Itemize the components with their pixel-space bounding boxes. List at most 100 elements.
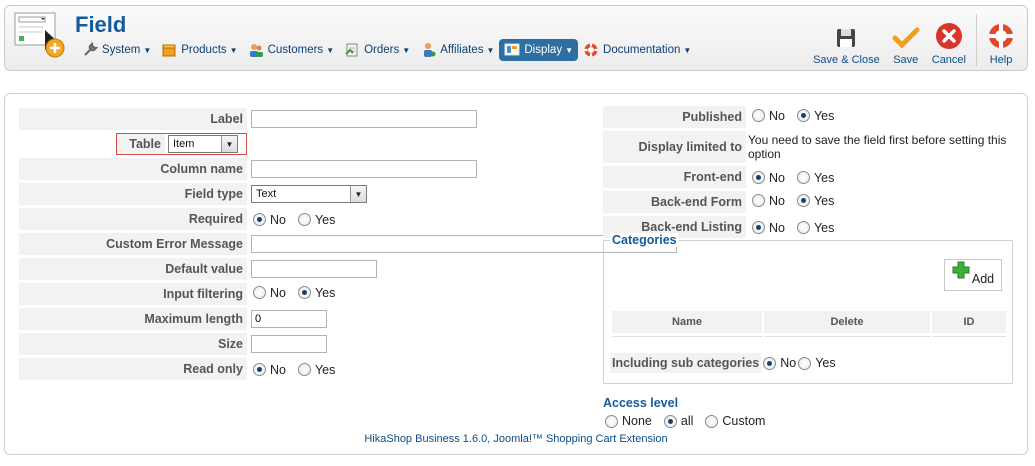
- access-none-radio[interactable]: [605, 414, 618, 428]
- lifebuoy-icon: [584, 43, 598, 57]
- cancel-icon: [935, 23, 962, 49]
- label-required: Required: [19, 208, 247, 230]
- row-default-value: Default value: [19, 258, 677, 280]
- save-button[interactable]: Save: [886, 14, 926, 66]
- published-yes-radio[interactable]: [796, 109, 810, 123]
- menu-products[interactable]: Products ▼: [156, 39, 242, 61]
- label-max-length: Maximum length: [19, 308, 247, 330]
- front-end-no-radio[interactable]: [752, 171, 765, 185]
- menu-system[interactable]: System ▼: [77, 39, 156, 61]
- max-length-input[interactable]: [251, 310, 327, 328]
- input-filtering-no-radio[interactable]: [253, 286, 266, 300]
- menu-affiliates-label: Affiliates: [440, 44, 484, 56]
- published-no-label: No: [769, 108, 785, 123]
- label-default-value: Default value: [19, 258, 247, 280]
- cancel-button[interactable]: Cancel: [926, 14, 972, 66]
- menu-system-label: System: [102, 44, 141, 56]
- column-name-input[interactable]: [251, 160, 477, 178]
- header-bar: Field System ▼ Products ▼ Customers ▼ Order…: [4, 5, 1028, 71]
- row-field-type: Field type Text ▼: [19, 183, 677, 205]
- row-front-end: Front-end No Yes: [603, 166, 1015, 188]
- access-level-section: Access level None all Custom: [603, 396, 775, 431]
- chevron-down-icon: ▼: [221, 136, 237, 152]
- floppy-disk-icon: [837, 29, 856, 47]
- read-only-yes-radio[interactable]: [297, 363, 311, 377]
- sub-categories-no-label: No: [780, 356, 797, 370]
- access-custom-radio[interactable]: [705, 414, 719, 428]
- table-select[interactable]: Item ▼: [168, 135, 238, 153]
- row-input-filtering: Input filtering No Yes: [19, 283, 677, 305]
- backend-listing-no-radio[interactable]: [752, 221, 765, 235]
- field-form-panel: Label Table Item ▼ Column name Field type…: [4, 93, 1028, 455]
- read-only-yes-label: Yes: [314, 362, 336, 377]
- help-button[interactable]: Help: [981, 14, 1021, 66]
- required-yes-label: Yes: [314, 212, 336, 227]
- menu-documentation[interactable]: Documentation ▼: [578, 39, 696, 61]
- required-no-radio[interactable]: [253, 213, 266, 227]
- add-category-button[interactable]: Add: [944, 259, 1002, 291]
- categories-table: Name Delete ID: [610, 311, 1008, 337]
- chevron-down-icon: ▼: [486, 45, 495, 55]
- checkmark-icon: [892, 27, 920, 49]
- save-label: Save: [893, 54, 919, 66]
- add-plus-icon: [952, 261, 970, 279]
- menu-documentation-label: Documentation: [603, 44, 681, 56]
- chevron-down-icon: ▼: [350, 186, 366, 202]
- size-input[interactable]: [251, 335, 327, 353]
- orders-icon: [345, 43, 358, 57]
- menu-affiliates[interactable]: Affiliates ▼: [415, 39, 499, 61]
- sub-categories-no-radio[interactable]: [763, 356, 777, 370]
- read-only-no-radio[interactable]: [253, 363, 266, 377]
- label-sub-categories: Including sub categories: [610, 353, 762, 373]
- main-menu: System ▼ Products ▼ Customers ▼ Orders ▼ Aff…: [77, 39, 696, 61]
- label-input[interactable]: [251, 110, 477, 128]
- chevron-down-icon: ▼: [402, 45, 411, 55]
- backend-form-radio-group: No Yes: [750, 194, 844, 208]
- chevron-down-icon: ▼: [143, 45, 152, 55]
- page-title: Field: [75, 12, 127, 37]
- footer-credit[interactable]: HikaShop Business 1.6.0, Joomla!™ Shoppi…: [5, 433, 1027, 445]
- read-only-radio-group: No Yes: [251, 363, 345, 377]
- input-filtering-yes-radio[interactable]: [297, 286, 311, 300]
- row-display-limited: Display limited to You need to save the …: [603, 131, 1015, 163]
- save-close-button[interactable]: Save & Close: [807, 14, 886, 66]
- row-published: Published No Yes: [603, 106, 1015, 128]
- col-delete: Delete: [764, 311, 930, 333]
- menu-customers[interactable]: Customers ▼: [243, 39, 340, 61]
- table-select-value: Item: [173, 138, 195, 150]
- default-value-input[interactable]: [251, 260, 377, 278]
- label-custom-error: Custom Error Message: [19, 233, 247, 255]
- access-all-radio[interactable]: [663, 414, 677, 428]
- required-yes-radio[interactable]: [297, 213, 311, 227]
- backend-listing-yes-radio[interactable]: [796, 221, 810, 235]
- field-app-icon: [13, 10, 67, 64]
- front-end-yes-radio[interactable]: [796, 171, 810, 185]
- input-filtering-yes-label: Yes: [314, 285, 336, 300]
- menu-display-label: Display: [524, 44, 563, 56]
- field-type-select[interactable]: Text ▼: [251, 185, 367, 203]
- label-published: Published: [603, 106, 746, 128]
- label-field-type: Field type: [19, 183, 247, 205]
- users-icon: [249, 44, 263, 57]
- input-filtering-radio-group: No Yes: [251, 286, 345, 300]
- wrench-icon: [84, 42, 98, 56]
- menu-orders[interactable]: Orders ▼: [339, 39, 415, 61]
- backend-form-no-label: No: [769, 193, 785, 208]
- required-no-label: No: [270, 212, 286, 227]
- backend-form-no-radio[interactable]: [752, 194, 765, 208]
- categories-legend: Categories: [610, 233, 679, 247]
- menu-display[interactable]: Display ▼: [499, 39, 579, 61]
- display-icon: [504, 43, 520, 56]
- published-no-radio[interactable]: [752, 109, 765, 123]
- right-form-table: Published No Yes Display limited to You …: [603, 103, 1015, 241]
- toolbar-divider: [976, 14, 977, 66]
- backend-form-yes-radio[interactable]: [796, 194, 810, 208]
- label-table: Table: [117, 134, 165, 154]
- help-label: Help: [989, 54, 1013, 66]
- read-only-no-label: No: [270, 362, 286, 377]
- access-level-title: Access level: [603, 396, 679, 410]
- chevron-down-icon: ▼: [683, 45, 692, 55]
- sub-categories-yes-radio[interactable]: [798, 356, 812, 370]
- access-all-label: all: [680, 414, 694, 428]
- display-limited-message: You need to save the field first before …: [748, 133, 1007, 161]
